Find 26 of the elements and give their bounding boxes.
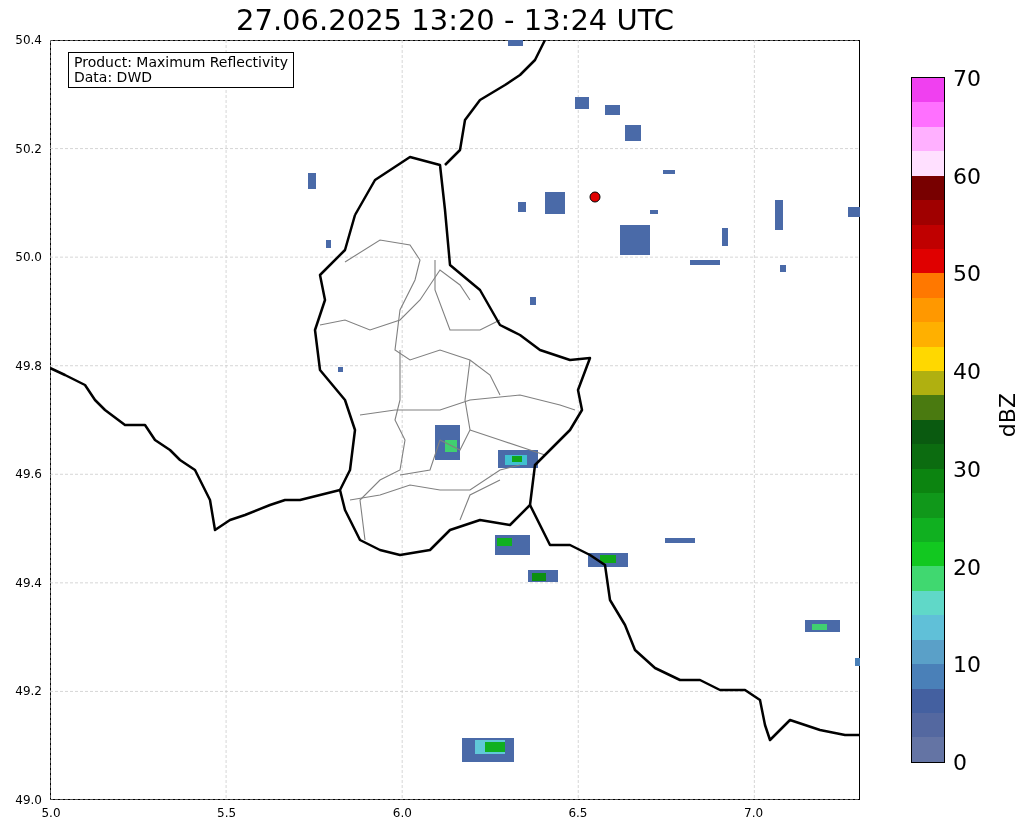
- y-tick-label: 49.2: [15, 684, 42, 699]
- info-line: Data: DWD: [74, 70, 153, 85]
- colorbar-tick-label: 20: [953, 554, 981, 580]
- colorbar-tick-label: 0: [953, 749, 967, 775]
- colorbar-tick-label: 10: [953, 651, 981, 677]
- location-marker-icon: [589, 191, 601, 203]
- colorbar-tick-label: 30: [953, 456, 981, 482]
- colorbar-tick-label: 70: [953, 65, 981, 91]
- colorbar-tick-label: 50: [953, 260, 981, 286]
- y-tick-label: 49.4: [15, 575, 42, 590]
- x-tick-label: 5.0: [41, 806, 61, 820]
- y-tick-label: 50.4: [15, 33, 42, 47]
- chart-title: 27.06.2025 13:20 - 13:24 UTC: [236, 3, 674, 37]
- colorbar-label: dBZ: [995, 393, 1020, 438]
- colorbar-tick-label: 60: [953, 163, 981, 189]
- y-tick-label: 50.2: [15, 141, 42, 156]
- y-tick-label: 50.0: [15, 250, 42, 265]
- y-tick-label: 49.8: [15, 358, 42, 373]
- y-tick-label: 49.6: [15, 467, 42, 482]
- colorbar-tick-label: 40: [953, 358, 981, 384]
- y-tick-label: 49.0: [15, 793, 42, 807]
- x-tick-label: 6.0: [392, 806, 412, 820]
- x-tick-label: 5.5: [217, 806, 237, 820]
- x-tick-label: 6.5: [568, 806, 588, 820]
- x-tick-label: 7.0: [744, 806, 764, 820]
- info-line: Product: Maximum Reflectivity: [74, 55, 288, 70]
